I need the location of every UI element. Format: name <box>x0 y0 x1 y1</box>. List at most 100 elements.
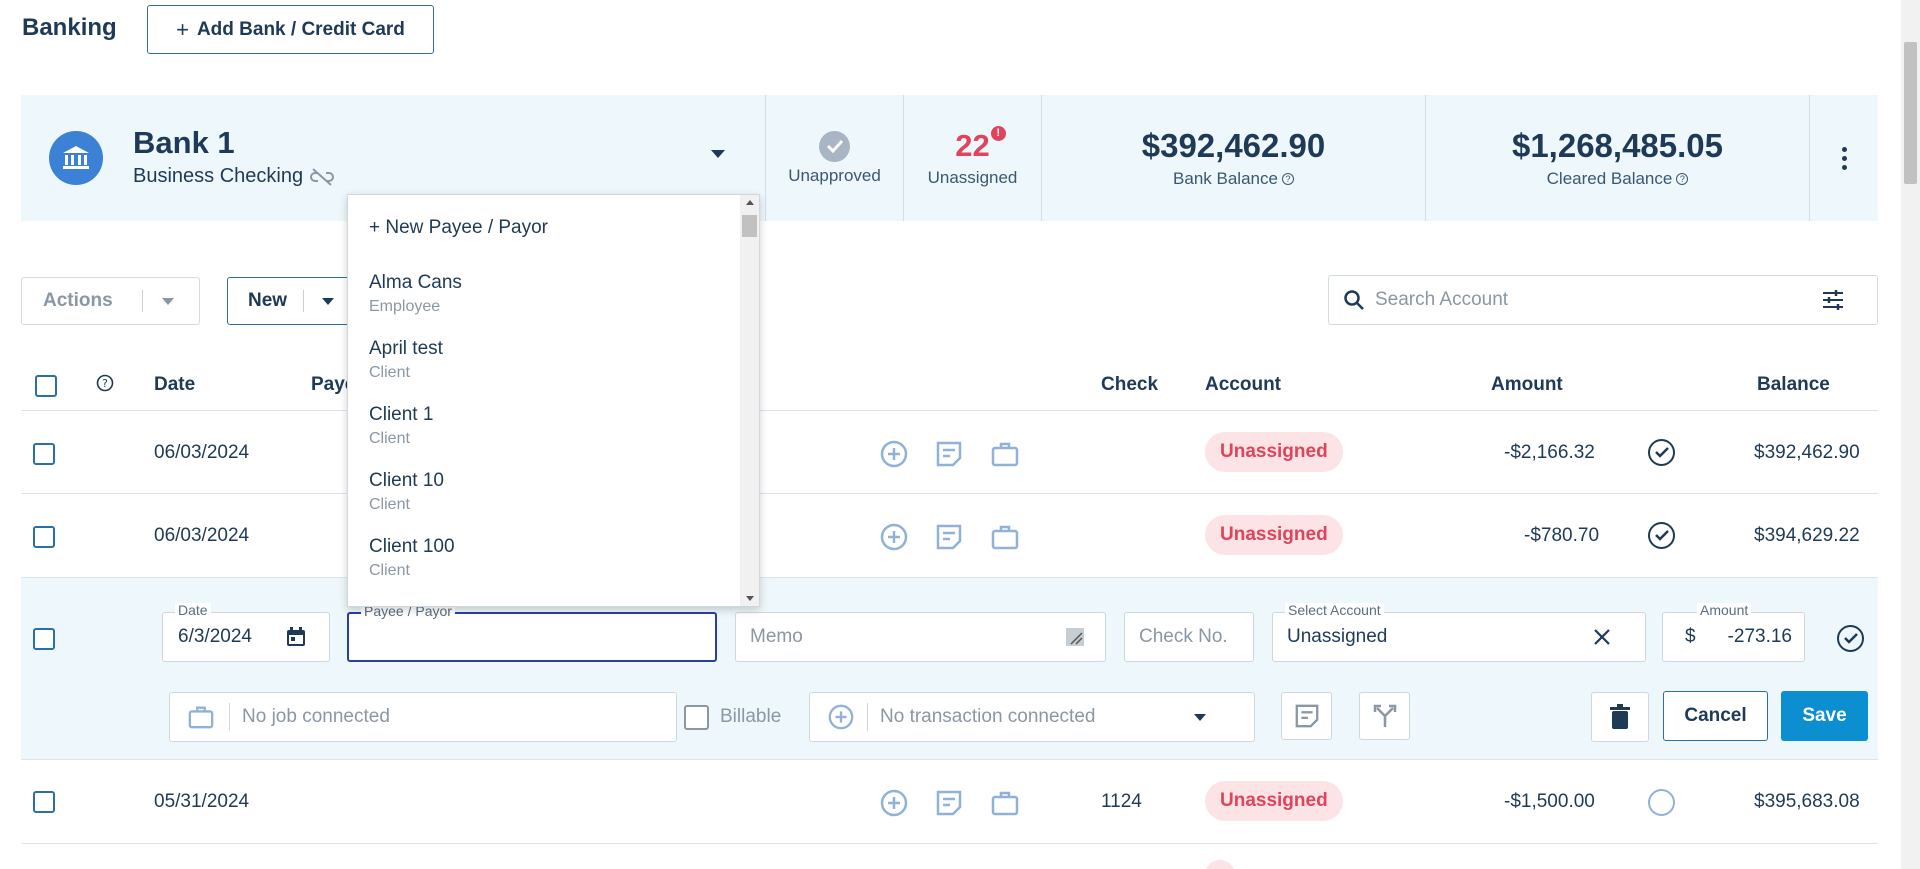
table-row[interactable]: 06/03/2024 Unassigned -$2,166.32 $392,46… <box>21 411 1878 494</box>
table-row[interactable]: 06/03/2024 Unassigned -$780.70 $394,629.… <box>21 494 1878 578</box>
svg-text:?: ? <box>102 377 108 390</box>
payee-input[interactable] <box>349 626 715 648</box>
close-icon[interactable] <box>1593 628 1611 646</box>
save-button[interactable]: Save <box>1781 691 1868 741</box>
row-checkbox[interactable] <box>33 628 55 650</box>
payee-option[interactable]: Client 10 Client <box>369 470 444 514</box>
scroll-down-arrow-icon[interactable] <box>746 596 754 601</box>
payee-option[interactable]: Client 100 Client <box>369 536 455 580</box>
billable-label: Billable <box>720 706 782 727</box>
account-value: Unassigned <box>1287 626 1388 647</box>
note-icon[interactable] <box>935 440 963 468</box>
approve-check-icon[interactable] <box>1837 625 1864 652</box>
scroll-up-arrow-icon[interactable] <box>746 200 754 205</box>
table-row[interactable]: 05/31/2024 1124 Unassigned -$1,500.00 $3… <box>21 760 1878 844</box>
unlinked-icon <box>310 167 335 186</box>
status-badge[interactable] <box>1205 860 1235 869</box>
bank-account-card: Bank 1 Business Checking Unapproved 22 !… <box>21 95 1878 221</box>
add-circle-icon[interactable] <box>879 522 909 552</box>
briefcase-icon[interactable] <box>990 440 1020 468</box>
payee-option[interactable]: Client 1 Client <box>369 404 433 448</box>
note-icon[interactable] <box>935 789 963 817</box>
cancel-button[interactable]: Cancel <box>1663 691 1768 741</box>
row-checkbox[interactable] <box>33 443 55 465</box>
cleared-balance-label-row: Cleared Balance ? <box>1547 169 1689 189</box>
more-options-button[interactable] <box>1809 95 1878 221</box>
row-checkbox[interactable] <box>33 791 55 813</box>
payee-option-name: Client 10 <box>369 470 444 491</box>
payee-field[interactable]: Payee / Payor <box>347 604 717 662</box>
add-circle-icon[interactable] <box>879 439 909 469</box>
new-label: New <box>248 290 288 311</box>
date-field[interactable]: Date 6/3/2024 <box>162 603 330 662</box>
help-icon[interactable]: ? <box>1676 173 1689 185</box>
payee-option-name: April test <box>369 338 443 359</box>
row-balance: $392,462.90 <box>1754 442 1860 463</box>
payee-option-type: Client <box>369 562 410 579</box>
kebab-menu-icon <box>1841 146 1847 170</box>
unassigned-stat[interactable]: 22 ! Unassigned <box>903 95 1041 221</box>
scrollbar-thumb[interactable] <box>742 215 757 237</box>
page-scrollbar[interactable] <box>1901 0 1920 869</box>
split-icon <box>1373 704 1396 727</box>
row-date: 05/31/2024 <box>154 791 250 812</box>
new-payee-option[interactable]: + New Payee / Payor <box>369 217 548 239</box>
chevron-down-icon[interactable] <box>711 150 725 158</box>
help-icon[interactable]: ? <box>1281 173 1294 185</box>
help-icon[interactable]: ? <box>96 374 114 392</box>
add-bank-credit-card-button[interactable]: + Add Bank / Credit Card <box>147 5 434 54</box>
row-amount: -$1,500.00 <box>1504 791 1595 812</box>
split-transaction-button[interactable] <box>1359 692 1410 740</box>
payee-option[interactable]: April test Client <box>369 338 443 382</box>
payee-option-type: Client <box>369 364 410 381</box>
page-title: Banking <box>22 14 117 41</box>
billable-checkbox[interactable] <box>684 705 709 730</box>
dropdown-scrollbar[interactable] <box>740 195 759 606</box>
column-header-balance[interactable]: Balance <box>1757 374 1830 396</box>
approved-check-icon[interactable] <box>1648 439 1675 466</box>
account-select-field[interactable]: Select Account Unassigned <box>1272 603 1646 662</box>
calendar-icon[interactable] <box>285 626 307 648</box>
select-all-checkbox[interactable] <box>35 375 57 397</box>
add-circle-icon[interactable] <box>879 788 909 818</box>
briefcase-icon[interactable] <box>990 523 1020 551</box>
search-input[interactable] <box>1375 289 1815 311</box>
date-field-label: Date <box>175 603 211 617</box>
actions-dropdown-button[interactable]: Actions <box>21 277 200 325</box>
column-header-amount[interactable]: Amount <box>1491 374 1563 396</box>
account-field-label: Select Account <box>1285 603 1384 617</box>
unapproved-circle-icon[interactable] <box>1648 789 1675 816</box>
scrollbar-thumb[interactable] <box>1904 42 1917 184</box>
briefcase-icon[interactable] <box>990 789 1020 817</box>
bank-balance-stat: $392,462.90 Bank Balance ? <box>1041 95 1425 221</box>
status-badge[interactable]: Unassigned <box>1205 515 1343 555</box>
unassigned-label: Unassigned <box>927 168 1018 187</box>
delete-button[interactable] <box>1591 692 1649 742</box>
transaction-connection-field[interactable]: No transaction connected <box>809 692 1255 742</box>
amount-field[interactable]: Amount $ <box>1662 603 1805 662</box>
unapproved-stat[interactable]: Unapproved <box>765 95 903 221</box>
note-icon[interactable] <box>935 523 963 551</box>
new-dropdown-button[interactable]: New <box>227 277 357 325</box>
column-header-check[interactable]: Check <box>1101 374 1158 396</box>
approved-check-icon[interactable] <box>1648 522 1675 549</box>
payee-option-name: Alma Cans <box>369 272 462 293</box>
column-header-account[interactable]: Account <box>1205 374 1281 396</box>
payee-option[interactable]: Alma Cans Employee <box>369 272 462 316</box>
status-badge[interactable]: Unassigned <box>1205 781 1343 821</box>
row-checkbox[interactable] <box>33 526 55 548</box>
amount-input[interactable] <box>1701 626 1804 648</box>
check-number-field[interactable] <box>1124 612 1254 662</box>
status-badge[interactable]: Unassigned <box>1205 432 1343 472</box>
add-note-button[interactable] <box>1281 692 1332 740</box>
memo-input[interactable] <box>736 626 1066 648</box>
bank-account-type: Business Checking <box>133 165 335 188</box>
check-number-input[interactable] <box>1125 626 1253 648</box>
memo-field[interactable] <box>735 612 1106 662</box>
column-header-date[interactable]: Date <box>154 374 195 396</box>
plus-icon: + <box>176 16 189 42</box>
resize-handle-icon[interactable] <box>1066 628 1084 646</box>
cleared-balance-label: Cleared Balance <box>1546 169 1673 188</box>
filter-sliders-icon[interactable] <box>1821 289 1845 311</box>
job-connection-field[interactable]: No job connected <box>169 692 677 742</box>
